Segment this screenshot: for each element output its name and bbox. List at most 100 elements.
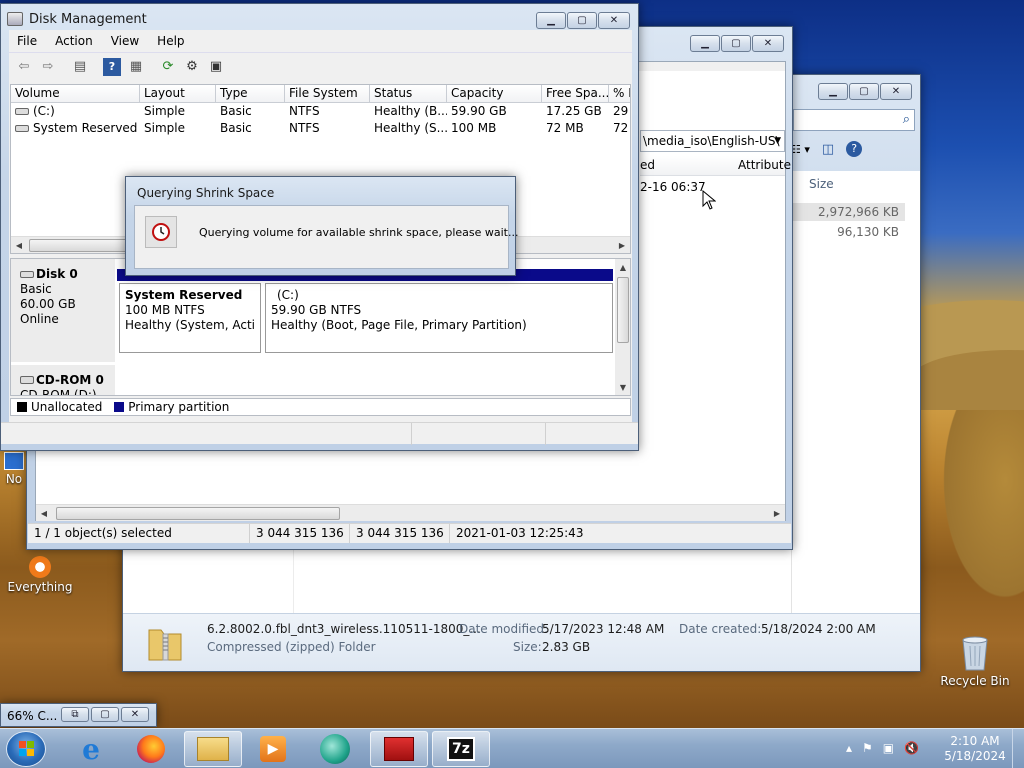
taskbar-app-teal[interactable]	[306, 731, 364, 767]
dialog-title-bar[interactable]: Querying Shrink Space	[126, 177, 515, 205]
taskbar-explorer[interactable]	[184, 731, 242, 767]
scroll-thumb[interactable]	[56, 507, 340, 520]
scroll-right-arrow[interactable]: ▶	[769, 505, 785, 521]
file-row-modified[interactable]: 2-16 06:37	[640, 180, 706, 194]
volume-muted-icon[interactable]: 🔇	[904, 741, 919, 755]
dialog-title: Querying Shrink Space	[137, 186, 275, 200]
disk-map-vscroll[interactable]: ▲ ▼	[615, 259, 630, 395]
menu-view[interactable]: View	[111, 34, 139, 48]
table-row[interactable]: (C:) Simple Basic NTFS Healthy (B... 59.…	[11, 103, 630, 120]
console-tree-icon[interactable]: ▤	[71, 58, 89, 76]
menu-bar: File Action View Help	[9, 30, 632, 52]
rescan-icon[interactable]: ⚙	[183, 58, 201, 76]
desktop-icon-everything[interactable]: Everything	[0, 556, 80, 594]
maximize-button[interactable]: ▢	[91, 707, 119, 722]
scroll-down-arrow[interactable]: ▼	[615, 379, 630, 395]
scroll-up-arrow[interactable]: ▲	[615, 259, 630, 275]
close-button[interactable]: ✕	[880, 83, 912, 100]
disk-properties-icon[interactable]: ▣	[207, 58, 225, 76]
desktop-icon-recycle-bin[interactable]: Recycle Bin	[935, 634, 1015, 688]
legend: Unallocated Primary partition	[10, 398, 631, 416]
partition-size: 59.90 GB NTFS	[271, 303, 362, 317]
minimize-button[interactable]: ▁	[536, 12, 566, 29]
table-row[interactable]: System Reserved Simple Basic NTFS Health…	[11, 120, 630, 137]
column-header-type[interactable]: Type	[216, 85, 285, 102]
network-icon[interactable]: ▣	[883, 741, 894, 755]
help-icon[interactable]: ?	[103, 57, 121, 76]
clock-time: 2:10 AM	[950, 734, 1000, 748]
shrink-query-dialog[interactable]: Querying Shrink Space Querying volume fo…	[125, 176, 518, 276]
column-header-status[interactable]: Status	[370, 85, 447, 102]
disk-management-statusbar	[1, 422, 638, 445]
taskbar: e ▶ 7z ▴ ⚑ ▣ 🔇 2:10 AM 5/18/2024	[0, 728, 1024, 768]
scroll-right-arrow[interactable]: ▶	[614, 237, 630, 253]
drive-icon	[15, 108, 29, 115]
taskbar-7zip[interactable]: 7z	[432, 731, 490, 767]
cdrom-0-label[interactable]: CD-ROM 0 CD-ROM (D:)	[11, 365, 115, 395]
menu-file[interactable]: File	[17, 34, 37, 48]
column-header-percent-free[interactable]: % F	[609, 85, 630, 102]
path-combobox[interactable]: \media_iso\English-US\ ▼	[640, 130, 785, 152]
scroll-left-arrow[interactable]: ◀	[11, 237, 27, 253]
recycle-bin-icon	[960, 634, 990, 672]
close-button[interactable]: ✕	[598, 12, 630, 29]
back-arrow-icon[interactable]: ⇦	[15, 58, 33, 76]
column-header-volume[interactable]: Volume	[11, 85, 140, 102]
view-options-icon[interactable]: ☷ ▾	[791, 143, 810, 156]
flag-icon[interactable]: ⚑	[862, 741, 873, 755]
cell-capacity: 59.90 GB	[451, 104, 507, 118]
search-box[interactable]: ⌕	[793, 109, 915, 131]
disk-0-label[interactable]: Disk 0 Basic 60.00 GB Online	[11, 259, 115, 362]
minimize-button[interactable]: ▁	[818, 83, 848, 100]
partition-name: (C:)	[277, 288, 299, 302]
cell-free-space: 17.25 GB	[546, 104, 602, 118]
scroll-thumb[interactable]	[617, 277, 629, 343]
column-header-capacity[interactable]: Capacity	[447, 85, 542, 102]
folder-icon	[197, 737, 229, 761]
details-created-label: Date created:	[679, 622, 762, 636]
taskbar-disk-management[interactable]	[370, 731, 428, 767]
details-size-label: Size:	[513, 640, 542, 654]
status-packed-size: 3 044 315 136	[350, 524, 450, 543]
tray-expand-icon[interactable]: ▴	[846, 741, 852, 755]
column-header-free-space[interactable]: Free Spa...	[542, 85, 609, 102]
scroll-left-arrow[interactable]: ◀	[36, 505, 52, 521]
taskbar-media-player[interactable]: ▶	[244, 731, 302, 767]
clock-icon	[145, 216, 177, 248]
minimize-button[interactable]: ▁	[690, 35, 720, 52]
partition-c[interactable]: (C:) 59.90 GB NTFS Healthy (Boot, Page F…	[265, 283, 613, 353]
clock[interactable]: 2:10 AM 5/18/2024	[940, 734, 1010, 764]
start-button[interactable]	[6, 731, 46, 767]
restore-button[interactable]: ⧉	[61, 707, 89, 722]
clock-date: 5/18/2024	[944, 749, 1006, 763]
modified-column-header[interactable]: ed	[640, 156, 655, 175]
close-button[interactable]: ✕	[752, 35, 784, 52]
close-button[interactable]: ✕	[121, 707, 149, 722]
scroll-thumb[interactable]	[29, 239, 129, 252]
attributes-column-header[interactable]: Attribute	[738, 156, 791, 175]
disk-icon	[20, 271, 34, 278]
cell-type: Basic	[220, 121, 252, 135]
partition-system-reserved[interactable]: System Reserved 100 MB NTFS Healthy (Sys…	[119, 283, 261, 353]
preview-pane-icon[interactable]: ◫	[822, 142, 834, 157]
cell-volume: (C:)	[33, 104, 55, 118]
menu-help[interactable]: Help	[157, 34, 184, 48]
maximize-button[interactable]: ▢	[567, 12, 597, 29]
size-column-header[interactable]: Size	[809, 177, 834, 191]
maximize-button[interactable]: ▢	[849, 83, 879, 100]
taskbar-firefox[interactable]	[122, 731, 180, 767]
column-header-file-system[interactable]: File System	[285, 85, 370, 102]
forward-arrow-icon[interactable]: ⇨	[39, 58, 57, 76]
refresh-icon[interactable]: ⟳	[159, 58, 177, 76]
chevron-down-icon: ▼	[774, 136, 781, 146]
taskbar-internet-explorer[interactable]: e	[62, 731, 120, 767]
minimized-progress-window[interactable]: 66% C... ⧉ ▢ ✕	[0, 703, 157, 727]
maximize-button[interactable]: ▢	[721, 35, 751, 52]
menu-action[interactable]: Action	[55, 34, 93, 48]
help-icon[interactable]: ?	[846, 141, 863, 157]
properties-icon[interactable]: ▦	[127, 58, 145, 76]
horizontal-scrollbar[interactable]: ◀ ▶	[36, 504, 785, 521]
cell-layout: Simple	[144, 121, 185, 135]
column-header-layout[interactable]: Layout	[140, 85, 216, 102]
show-desktop-button[interactable]	[1012, 729, 1024, 768]
